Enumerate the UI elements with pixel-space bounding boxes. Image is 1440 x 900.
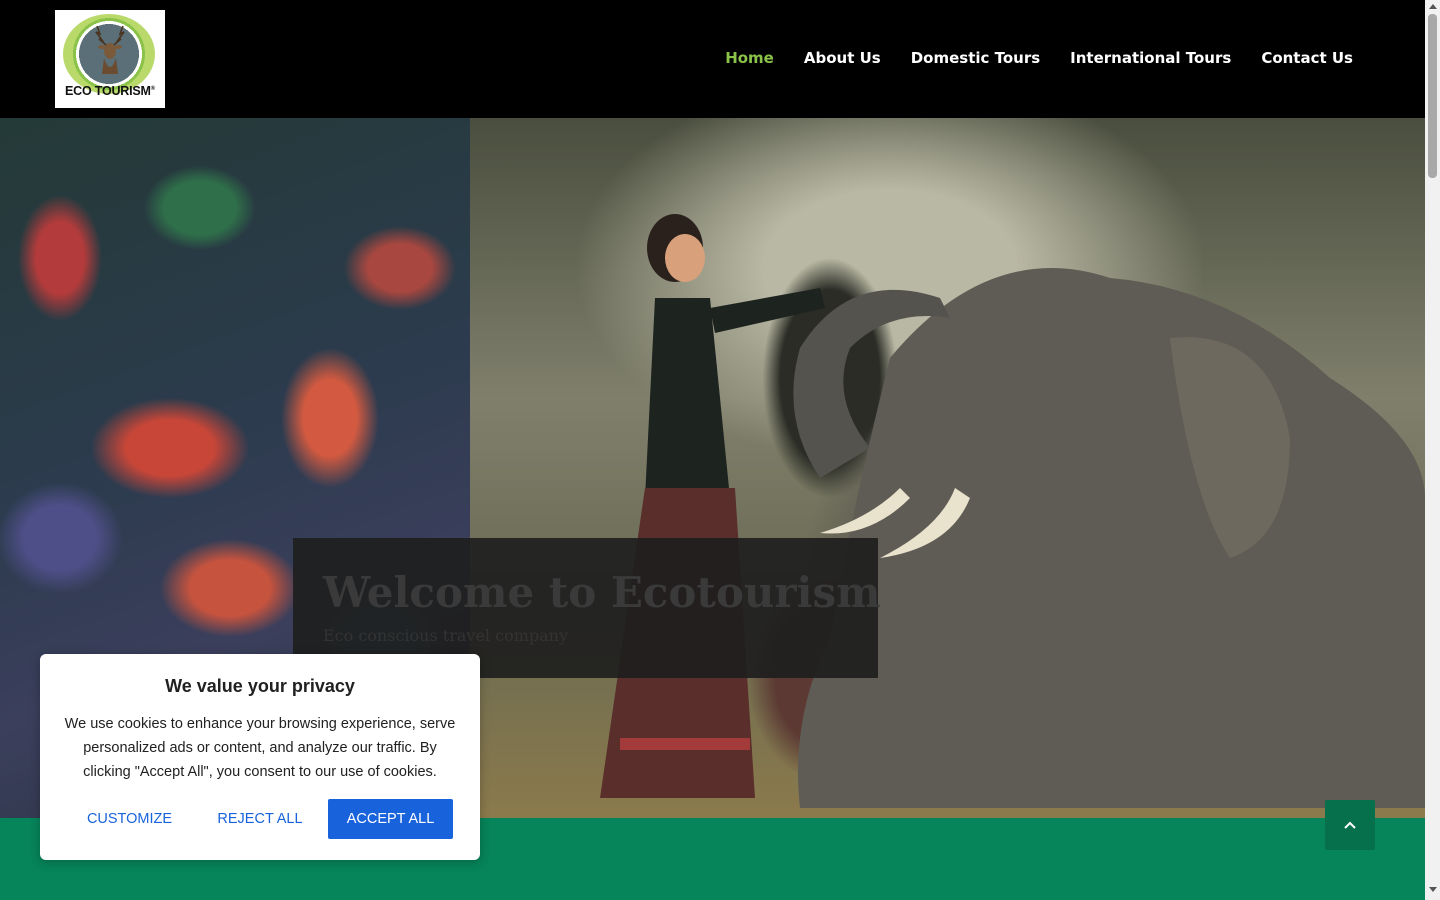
nav-contact-us[interactable]: Contact Us [1261, 49, 1353, 67]
scroll-up-arrow-icon[interactable] [1429, 4, 1437, 9]
logo-text: ECO TOURISM® [64, 84, 155, 98]
chevron-up-icon [1344, 821, 1356, 829]
site-header: ECO TOURISM® Home About Us Domestic Tour… [0, 0, 1425, 118]
hero-elephant-image [470, 118, 1425, 818]
cookie-consent-banner: We value your privacy We use cookies to … [40, 654, 480, 860]
scroll-down-arrow-icon[interactable] [1429, 887, 1437, 892]
scroll-to-top-button[interactable] [1325, 800, 1375, 850]
scrollbar-thumb[interactable] [1428, 14, 1437, 178]
reject-all-button[interactable]: REJECT ALL [195, 799, 325, 839]
hero-subtitle: Eco conscious travel company [323, 626, 568, 645]
nav-about-us[interactable]: About Us [804, 49, 881, 67]
nav-international-tours[interactable]: International Tours [1070, 49, 1231, 67]
elephant-scene [600, 214, 1425, 808]
nav-domestic-tours[interactable]: Domestic Tours [911, 49, 1040, 67]
eco-tourism-logo[interactable]: ECO TOURISM® [55, 10, 165, 108]
customize-button[interactable]: CUSTOMIZE [62, 799, 197, 839]
page-scrollbar[interactable] [1425, 0, 1440, 900]
cookie-description: We use cookies to enhance your browsing … [64, 716, 456, 780]
deer-icon [95, 25, 125, 74]
hero-title: Welcome to Ecotourism [323, 568, 881, 617]
accept-all-button[interactable]: ACCEPT ALL [328, 799, 453, 839]
main-nav: Home About Us Domestic Tours Internation… [725, 49, 1353, 67]
cookie-title: We value your privacy [165, 676, 355, 696]
nav-home[interactable]: Home [725, 49, 774, 67]
